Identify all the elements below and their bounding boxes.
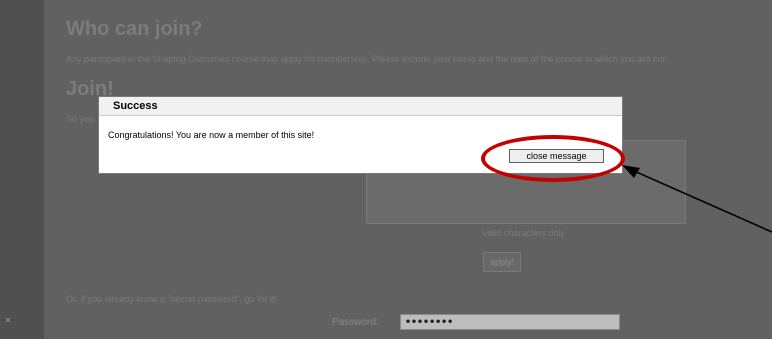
annotation-arrow: [622, 165, 772, 233]
arrow-line: [631, 169, 772, 233]
arrow-head: [622, 165, 640, 178]
